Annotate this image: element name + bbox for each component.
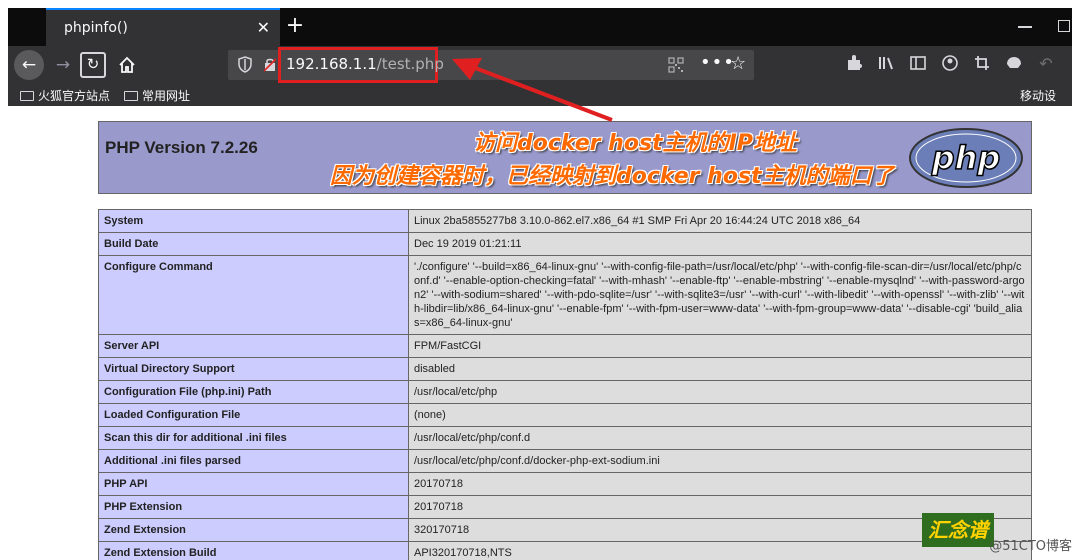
bookmark-star-icon[interactable]: ☆ bbox=[730, 53, 746, 74]
table-row: Zend Extension Build API320170718,NTS bbox=[98, 541, 1032, 560]
forward-button[interactable]: → bbox=[48, 50, 78, 80]
back-button[interactable]: ← bbox=[14, 50, 44, 80]
table-row: Configuration File (php.ini) Path/usr/lo… bbox=[98, 380, 1032, 404]
annotation-line-1: 访问docker host主机的IP地址 bbox=[473, 131, 797, 156]
sidebar-icon[interactable] bbox=[908, 54, 928, 74]
table-row: System Linux 2ba5855277b8 3.10.0-862.el7.… bbox=[98, 209, 1032, 233]
arrow-left-icon: ← bbox=[21, 55, 37, 75]
page-content: PHP Version 7.2.26 php 访问docker host主机的I… bbox=[8, 106, 1072, 560]
tab-title: phpinfo() bbox=[64, 20, 128, 36]
table-value-cell: FPM/FastCGI bbox=[408, 334, 1032, 358]
arrow-right-icon: → bbox=[55, 55, 71, 75]
table-key-cell: Configuration File (php.ini) Path bbox=[98, 380, 409, 404]
table-key-cell: Zend Extension bbox=[98, 518, 409, 542]
close-icon[interactable]: ✕ bbox=[257, 18, 270, 37]
extensions-icon[interactable] bbox=[844, 54, 864, 74]
table-key-cell: PHP Extension bbox=[98, 495, 409, 519]
screenshot-root: phpinfo() ✕ + ← → ↻ 192.168.1.1/test.php… bbox=[0, 0, 1080, 560]
folder-icon bbox=[20, 91, 34, 101]
table-value-cell: 20170718 bbox=[408, 472, 1032, 496]
reload-button[interactable]: ↻ bbox=[80, 52, 106, 78]
crop-screenshot-icon[interactable] bbox=[972, 54, 992, 74]
folder-icon bbox=[124, 91, 138, 101]
table-key-cell: Zend Extension Build bbox=[98, 541, 409, 560]
watermark-logo: 汇念谱 bbox=[922, 513, 994, 547]
reload-icon: ↻ bbox=[86, 55, 100, 73]
undo-icon[interactable]: ↶ bbox=[1036, 54, 1056, 74]
url-path: /test.php bbox=[376, 55, 444, 73]
home-icon bbox=[119, 56, 135, 73]
table-row: Configure Command './configure' '--build=… bbox=[98, 255, 1032, 335]
maximize-icon[interactable] bbox=[1058, 20, 1070, 32]
table-key-cell: Build Date bbox=[98, 232, 409, 256]
library-icon[interactable] bbox=[876, 54, 896, 74]
new-tab-button[interactable]: + bbox=[280, 13, 310, 41]
mobile-bookmarks-item[interactable]: 移动设 bbox=[1020, 87, 1056, 104]
shield-icon[interactable] bbox=[238, 56, 252, 73]
annotation-line-2: 因为创建容器时，已经映射到docker host主机的端口了 bbox=[330, 164, 894, 189]
account-icon[interactable] bbox=[940, 54, 960, 74]
table-row: Virtual Directory Support disabled bbox=[98, 357, 1032, 381]
table-value-cell: /usr/local/etc/php bbox=[408, 380, 1032, 404]
table-row: Build Date Dec 19 2019 01:21:11 bbox=[98, 232, 1032, 256]
url-text[interactable]: 192.168.1.1/test.php bbox=[286, 55, 444, 73]
table-key-cell: Loaded Configuration File bbox=[98, 403, 409, 427]
home-button[interactable] bbox=[112, 50, 142, 80]
table-row: Scan this dir for additional .ini files /… bbox=[98, 426, 1032, 450]
table-row: PHP Extension 20170718 bbox=[98, 495, 1032, 519]
bookmark-item-1[interactable]: 常用网址 bbox=[124, 87, 190, 104]
table-row: Additional .ini files parsed/usr/local/e… bbox=[98, 449, 1032, 473]
table-key-cell: Server API bbox=[98, 334, 409, 358]
minimize-icon[interactable] bbox=[1018, 26, 1032, 28]
addon-icon[interactable] bbox=[1004, 54, 1024, 74]
table-key-cell: System bbox=[98, 209, 409, 233]
table-key-cell: PHP API bbox=[98, 472, 409, 496]
bookmark-label: 常用网址 bbox=[142, 89, 191, 103]
table-row: Zend Extension 320170718 bbox=[98, 518, 1032, 542]
insecure-lock-icon[interactable] bbox=[264, 57, 276, 72]
bookmarks-bar: 火狐官方站点 常用网址 移动设 bbox=[8, 84, 1072, 106]
tab-phpinfo[interactable]: phpinfo() ✕ bbox=[46, 8, 280, 46]
table-value-cell: /usr/local/etc/php/conf.d/docker-php-ext… bbox=[408, 449, 1032, 473]
phpinfo-table: System Linux 2ba5855277b8 3.10.0-862.el7.… bbox=[98, 209, 1032, 560]
url-bar[interactable]: 192.168.1.1/test.php ••• ☆ bbox=[228, 47, 754, 83]
php-version-title: PHP Version 7.2.26 bbox=[105, 138, 258, 157]
table-value-cell: Dec 19 2019 01:21:11 bbox=[408, 232, 1032, 256]
table-value-cell: /usr/local/etc/php/conf.d bbox=[408, 426, 1032, 450]
table-key-cell: Scan this dir for additional .ini files bbox=[98, 426, 409, 450]
table-key-cell: Configure Command bbox=[98, 255, 409, 335]
svg-text:php: php bbox=[931, 139, 1001, 177]
tab-bar: phpinfo() ✕ + bbox=[8, 8, 1072, 46]
table-row: Loaded Configuration File (none) bbox=[98, 403, 1032, 427]
table-value-cell: './configure' '--build=x86_64-linux-gnu'… bbox=[408, 255, 1032, 335]
bookmark-label: 火狐官方站点 bbox=[38, 89, 111, 103]
mobile-bookmarks-label: 移动设 bbox=[1020, 89, 1057, 103]
php-logo: php bbox=[909, 128, 1023, 188]
url-host: 192.168.1.1 bbox=[286, 55, 377, 73]
navigation-bar: ← → ↻ 192.168.1.1/test.php ••• ☆ ↶ bbox=[8, 46, 1072, 84]
table-value-cell: (none) bbox=[408, 403, 1032, 427]
table-key-cell: Additional .ini files parsed bbox=[98, 449, 409, 473]
bookmark-item-0[interactable]: 火狐官方站点 bbox=[20, 87, 110, 104]
table-value-cell: Linux 2ba5855277b8 3.10.0-862.el7.x86_64… bbox=[408, 209, 1032, 233]
table-value-cell: disabled bbox=[408, 357, 1032, 381]
watermark-text: @51CTO博客 bbox=[989, 539, 1072, 554]
table-row: PHP API 20170718 bbox=[98, 472, 1032, 496]
table-row: Server API FPM/FastCGI bbox=[98, 334, 1032, 358]
qr-code-icon[interactable] bbox=[668, 57, 684, 73]
table-key-cell: Virtual Directory Support bbox=[98, 357, 409, 381]
